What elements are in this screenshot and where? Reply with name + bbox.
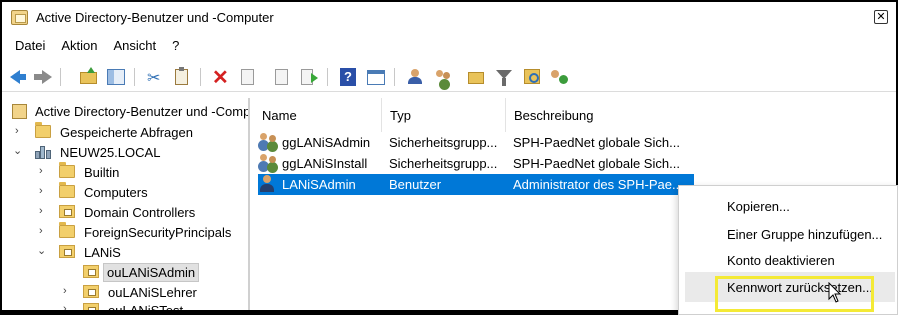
column-header-type[interactable]: Typ — [382, 98, 506, 132]
tree-label: Active Directory-Benutzer und -Comp — [35, 104, 250, 119]
new-user-icon[interactable] — [406, 67, 426, 87]
group-icon — [260, 133, 280, 151]
cell-type: Sicherheitsgrupp... — [389, 135, 498, 150]
menu-ansicht[interactable]: Ansicht — [107, 36, 164, 58]
properties-doc-icon[interactable] — [238, 67, 258, 87]
folder-icon — [59, 222, 75, 238]
new-group-icon[interactable] — [434, 67, 454, 87]
cell-description: SPH-PaedNet globale Sich... — [513, 156, 680, 171]
toolbar-separator — [327, 68, 328, 86]
action-pane-icon[interactable] — [366, 67, 386, 87]
menu-bar: Datei Aktion Ansicht ? — [2, 36, 186, 58]
console-tree: Active Directory-Benutzer und -Comp › Ge… — [2, 98, 250, 310]
menu-help[interactable]: ? — [165, 36, 186, 58]
list-row-gglanisinstall[interactable]: ggLANiSInstall Sicherheitsgrupp... SPH-P… — [258, 153, 698, 174]
domain-icon — [35, 144, 52, 159]
new-ou-icon[interactable] — [466, 67, 486, 87]
cell-description: SPH-PaedNet globale Sich... — [513, 135, 680, 150]
toolbar-separator — [60, 68, 61, 86]
ou-icon — [59, 205, 75, 218]
tree-label: Domain Controllers — [84, 205, 196, 220]
column-header-description[interactable]: Beschreibung — [506, 98, 706, 132]
delete-icon[interactable]: ✕ — [211, 67, 231, 89]
show-console-tree-icon[interactable] — [106, 67, 126, 87]
refresh-icon[interactable] — [272, 67, 292, 87]
chevron-right-icon[interactable]: › — [39, 205, 43, 217]
tree-label-selected: ouLANiSAdmin — [103, 263, 200, 282]
chevron-right-icon[interactable]: › — [15, 125, 19, 137]
title-bar: Active Directory-Benutzer und -Computer … — [2, 2, 896, 34]
find-icon[interactable] — [522, 67, 542, 87]
ou-icon — [83, 265, 99, 278]
window-title: Active Directory-Benutzer und -Computer — [36, 10, 274, 25]
menu-aktion[interactable]: Aktion — [54, 36, 104, 58]
list-row-lanisadmin-selected[interactable]: LANiSAdmin Benutzer Administrator des SP… — [258, 174, 694, 195]
tree-label: Gespeicherte Abfragen — [60, 125, 193, 140]
column-header-name[interactable]: Name — [254, 98, 382, 132]
export-list-icon[interactable] — [299, 67, 319, 87]
menu-item-konto-deaktivieren[interactable]: Konto deaktivieren — [727, 253, 835, 268]
list-header: Name Typ Beschreibung — [254, 98, 896, 132]
tree-label: ForeignSecurityPrincipals — [84, 225, 232, 240]
cell-name: ggLANiSInstall — [282, 156, 368, 171]
chevron-right-icon[interactable]: › — [39, 165, 43, 177]
annotation-highlight-box — [715, 276, 874, 312]
ou-icon — [83, 285, 99, 298]
ou-icon — [59, 245, 75, 258]
tree-label: Computers — [84, 185, 148, 200]
folder-icon — [59, 182, 75, 198]
help-icon[interactable]: ? — [338, 67, 358, 87]
cell-description: Administrator des SPH-Pae... — [513, 177, 683, 192]
group-icon — [260, 154, 280, 172]
tree-label: Builtin — [84, 165, 120, 180]
chevron-right-icon[interactable]: › — [39, 185, 43, 197]
aduc-root-icon — [12, 104, 27, 119]
forward-arrow-icon[interactable] — [34, 67, 54, 87]
folder-icon — [35, 122, 51, 138]
user-icon — [260, 175, 274, 192]
menu-datei[interactable]: Datei — [8, 36, 52, 58]
chevron-right-icon[interactable]: › — [63, 285, 67, 297]
delegate-control-icon[interactable] — [550, 67, 570, 87]
cell-type: Benutzer — [389, 177, 442, 192]
chevron-down-icon[interactable]: ⌄ — [13, 144, 22, 157]
tree-label: NEUW25.LOCAL — [60, 145, 161, 160]
menu-item-kopieren[interactable]: Kopieren... — [727, 199, 790, 214]
toolbar-separator — [134, 68, 135, 86]
cell-type: Sicherheitsgrupp... — [389, 156, 498, 171]
cut-icon[interactable]: ✂ — [145, 67, 165, 87]
back-arrow-icon[interactable] — [10, 67, 30, 87]
filter-icon[interactable] — [494, 67, 514, 87]
folder-icon — [59, 162, 75, 178]
list-row-gglanisadmin[interactable]: ggLANiSAdmin Sicherheitsgrupp... SPH-Pae… — [258, 132, 698, 153]
mouse-cursor-icon — [828, 282, 842, 303]
close-button[interactable]: ✕ — [874, 10, 888, 24]
cell-name: ggLANiSAdmin — [282, 135, 371, 150]
paste-icon[interactable] — [172, 67, 192, 87]
chevron-right-icon[interactable]: › — [39, 225, 43, 237]
tree-label: LANiS — [84, 245, 121, 260]
ou-icon — [83, 303, 99, 310]
toolbar-separator — [394, 68, 395, 86]
tree-label: ouLANiSTest — [105, 302, 186, 310]
toolbar-separator — [200, 68, 201, 86]
cell-name: LANiSAdmin — [282, 177, 356, 192]
chevron-down-icon[interactable]: ⌄ — [37, 244, 46, 257]
aduc-app-icon — [11, 10, 28, 25]
up-one-level-icon[interactable] — [79, 67, 99, 87]
toolbar: ✂ ✕ ? — [2, 62, 896, 92]
menu-item-gruppe-hinzufuegen[interactable]: Einer Gruppe hinzufügen... — [727, 227, 882, 242]
tree-label: ouLANiSLehrer — [108, 285, 197, 300]
chevron-right-icon[interactable]: › — [63, 303, 67, 310]
